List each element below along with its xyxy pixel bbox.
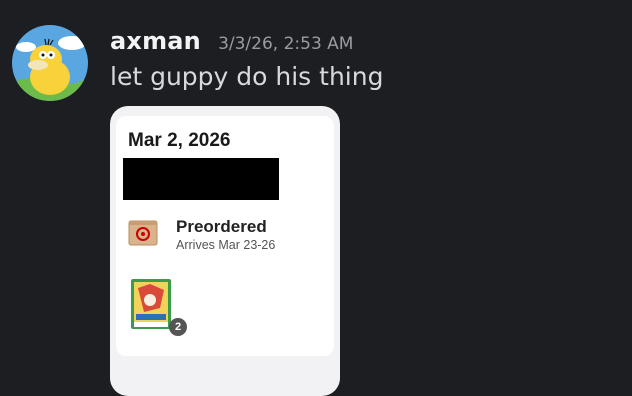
user-avatar[interactable] xyxy=(12,25,88,101)
message-header: axman 3/3/26, 2:53 AM xyxy=(110,27,353,55)
order-card: Mar 2, 2026 Preordered Arrives Mar 23-26… xyxy=(116,116,334,356)
trading-card-box-icon xyxy=(130,278,174,332)
quantity-badge: 2 xyxy=(169,318,187,336)
message-text: let guppy do his thing xyxy=(110,62,384,91)
order-status-title: Preordered xyxy=(176,217,267,236)
message-timestamp: 3/3/26, 2:53 AM xyxy=(218,34,354,54)
image-attachment[interactable]: Mar 2, 2026 Preordered Arrives Mar 23-26… xyxy=(110,106,340,396)
order-date: Mar 2, 2026 xyxy=(128,130,231,151)
username[interactable]: axman xyxy=(110,27,201,55)
psyduck-avatar-icon xyxy=(12,25,88,101)
order-arrival-text: Arrives Mar 23-26 xyxy=(176,238,276,252)
target-box-icon xyxy=(128,219,158,247)
redacted-bar xyxy=(123,158,279,200)
